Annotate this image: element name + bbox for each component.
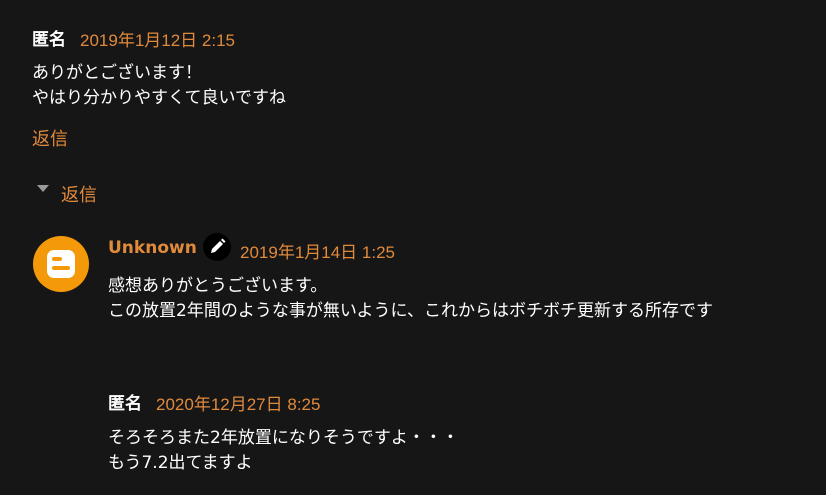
reply-timestamp-link[interactable]: 2020年12月27日 8:25 <box>156 390 320 415</box>
reply-text-line: この放置2年間のような事が無いように、これからはボチボチ更新する所存です <box>108 301 713 321</box>
caret-down-icon[interactable] <box>37 185 49 192</box>
comment-text-line: やはり分かりやすくて良いですね <box>32 88 286 108</box>
replies-toggle-label[interactable]: 返信 <box>61 181 97 207</box>
reply-timestamp-link[interactable]: 2019年1月14日 1:25 <box>240 238 395 263</box>
pencil-icon <box>203 233 231 261</box>
comment-author: 匿名 <box>32 30 66 50</box>
blogger-logo-avatar[interactable] <box>33 236 89 292</box>
reply-text-line: もう7.2出てますよ <box>108 453 253 473</box>
comment-timestamp-link[interactable]: 2019年1月12日 2:15 <box>80 26 235 51</box>
comments-page: 匿名 2019年1月12日 2:15 ありがとございます！ やはり分かりやすくて… <box>0 0 826 495</box>
comment-text-line: ありがとございます！ <box>32 63 202 83</box>
reply-text-line: そろそろまた2年放置になりそうですよ・・・ <box>108 428 459 448</box>
reply-link[interactable]: 返信 <box>32 125 68 151</box>
reply-author: 匿名 <box>108 394 142 414</box>
reply-text-line: 感想ありがとうございます。 <box>108 276 328 296</box>
reply-author-link[interactable]: Unknown <box>108 238 197 258</box>
